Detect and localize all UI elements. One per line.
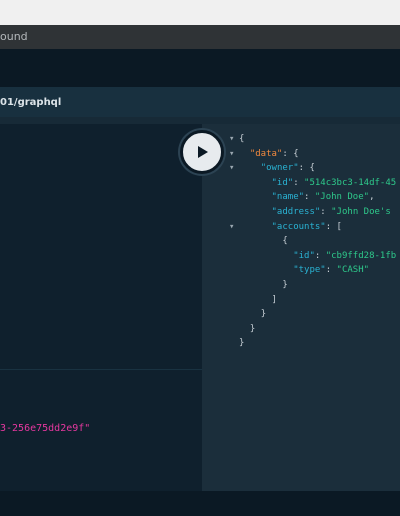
json-separator: :: [304, 192, 315, 203]
result-viewer: ▾{▾ "data": {▾ "owner": { "id": "514c3bc…: [229, 132, 400, 362]
variables-value: 3-256e75dd2e9f": [0, 423, 91, 434]
json-key: "owner": [260, 163, 299, 174]
json-value: "cb9ffd28-1fb: [325, 250, 397, 261]
play-icon: [198, 146, 208, 158]
json-punctuation: }: [282, 279, 288, 290]
result-line: ▾ "accounts": [: [229, 220, 400, 235]
json-punctuation: ]: [271, 294, 277, 305]
fold-arrow-icon[interactable]: ▾: [229, 132, 239, 147]
result-line: {: [229, 234, 400, 249]
json-key: "id": [293, 250, 315, 261]
result-line: }: [229, 322, 400, 337]
app-toolbar: [0, 49, 400, 87]
json-punctuation: }: [249, 323, 256, 334]
json-punctuation: {: [282, 236, 288, 247]
json-punctuation: {: [293, 148, 299, 159]
json-punctuation: ,: [369, 192, 375, 203]
json-separator: :: [325, 221, 337, 232]
json-value: "John Doe": [314, 192, 370, 203]
json-separator: :: [282, 148, 294, 159]
json-punctuation: }: [239, 338, 245, 349]
json-key: "data": [249, 148, 283, 159]
json-value: "CASH": [336, 265, 370, 276]
result-line: "name": "John Doe",: [229, 190, 400, 205]
result-line: }: [229, 278, 400, 293]
json-key: "accounts": [271, 221, 326, 232]
result-line: "type": "CASH": [229, 263, 400, 278]
result-line: "id": "514c3bc3-14df-45: [229, 176, 400, 191]
json-key: "name": [271, 192, 305, 203]
fold-arrow-icon[interactable]: ▾: [229, 147, 239, 162]
json-separator: :: [314, 250, 326, 261]
json-separator: :: [293, 177, 305, 188]
result-line: "address": "John Doe's: [229, 205, 400, 220]
json-key: "address": [271, 206, 321, 217]
result-line: ▾ "owner": {: [229, 161, 400, 176]
json-separator: :: [298, 163, 310, 174]
json-punctuation: [: [336, 221, 342, 232]
fold-arrow-icon[interactable]: ▾: [229, 220, 239, 235]
result-line: ▾ "data": {: [229, 147, 400, 162]
json-key: "type": [293, 265, 326, 276]
endpoint-bar: 01/graphql: [0, 87, 400, 117]
run-query-button[interactable]: [180, 130, 224, 174]
query-editor[interactable]: [0, 124, 202, 370]
result-line: "id": "cb9ffd28-1fb: [229, 249, 400, 264]
window-title: ound: [0, 30, 28, 43]
endpoint-url[interactable]: 01/graphql: [0, 97, 61, 108]
json-separator: :: [320, 206, 332, 217]
result-line: }: [229, 307, 400, 322]
json-punctuation: {: [309, 163, 315, 174]
title-bar: ound: [0, 25, 400, 50]
result-line: }: [229, 336, 400, 351]
json-punctuation: }: [260, 309, 267, 320]
result-line: ]: [229, 293, 400, 308]
json-punctuation: {: [239, 134, 245, 144]
json-value: "John Doe's: [331, 206, 391, 217]
json-key: "id": [271, 177, 294, 188]
json-value: "514c3bc3-14df-45: [304, 177, 397, 188]
result-line: ▾{: [229, 132, 400, 147]
window-top-strip: [0, 0, 400, 25]
bottom-bar: [0, 491, 400, 516]
json-separator: :: [325, 265, 337, 276]
fold-arrow-icon[interactable]: ▾: [229, 161, 239, 176]
